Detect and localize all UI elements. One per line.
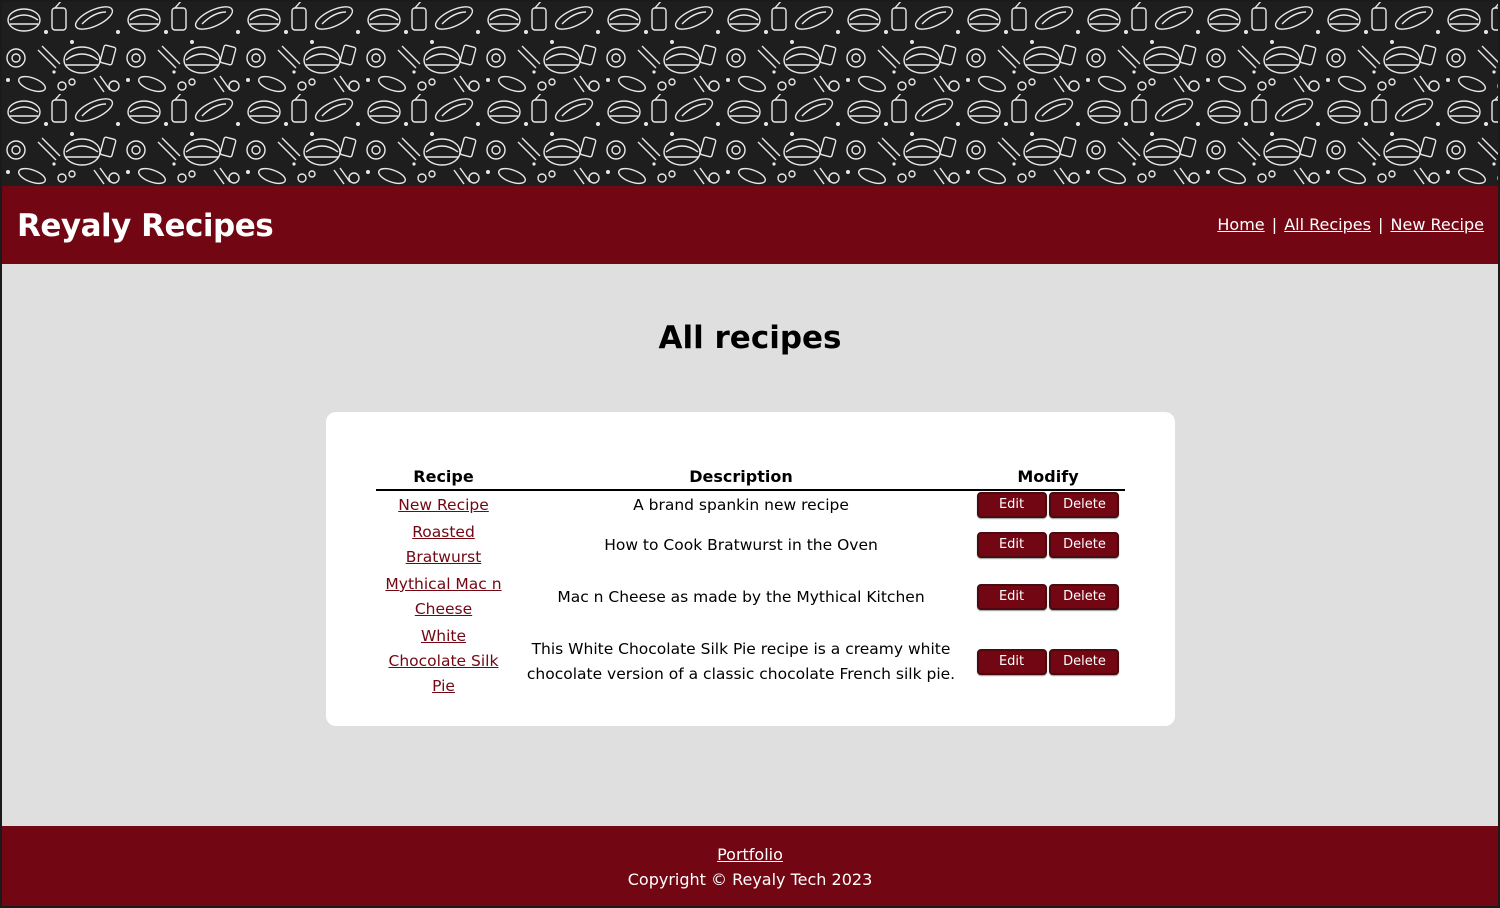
- nav-home-link[interactable]: Home: [1217, 215, 1264, 234]
- delete-button[interactable]: Delete: [1049, 584, 1120, 610]
- table-header-row: Recipe Description Modify: [376, 462, 1125, 491]
- nav-separator: |: [1271, 215, 1278, 234]
- recipe-link[interactable]: White Chocolate Silk Pie: [389, 627, 499, 695]
- recipe-cell: Mythical Mac n Cheese: [376, 571, 511, 623]
- main-nav: Home | All Recipes | New Recipe: [1217, 215, 1484, 235]
- page-title: All recipes: [658, 320, 842, 356]
- description-cell: How to Cook Bratwurst in the Oven: [604, 535, 878, 554]
- description-cell: This White Chocolate Silk Pie recipe is …: [526, 639, 956, 683]
- table-row: Mythical Mac n Cheese Mac n Cheese as ma…: [376, 571, 1125, 623]
- portfolio-link[interactable]: Portfolio: [2, 845, 1498, 865]
- site-footer: Portfolio Copyright © Reyaly Tech 2023: [2, 826, 1498, 906]
- edit-button[interactable]: Edit: [976, 648, 1047, 675]
- edit-button[interactable]: Edit: [976, 584, 1047, 610]
- edit-button[interactable]: Edit: [976, 532, 1047, 558]
- column-header-modify: Modify: [971, 462, 1125, 491]
- table-row: New Recipe A brand spankin new recipe Ed…: [376, 490, 1125, 519]
- recipes-card: Recipe Description Modify New Recipe A b…: [326, 412, 1175, 726]
- food-doodle-pattern: [2, 2, 1498, 186]
- recipe-link[interactable]: Mythical Mac n Cheese: [385, 575, 501, 618]
- recipe-link[interactable]: Roasted Bratwurst: [406, 523, 482, 566]
- delete-button[interactable]: Delete: [1049, 648, 1120, 675]
- modify-cell: Edit Delete: [971, 623, 1125, 700]
- site-brand: Reyaly Recipes: [17, 208, 274, 244]
- edit-button[interactable]: Edit: [976, 492, 1047, 518]
- column-header-recipe: Recipe: [376, 462, 511, 491]
- delete-button[interactable]: Delete: [1049, 532, 1120, 558]
- table-row: White Chocolate Silk Pie This White Choc…: [376, 623, 1125, 700]
- table-row: Roasted Bratwurst How to Cook Bratwurst …: [376, 519, 1125, 571]
- recipe-cell: New Recipe: [376, 490, 511, 519]
- recipes-table: Recipe Description Modify New Recipe A b…: [376, 462, 1125, 700]
- site-header: Reyaly Recipes Home | All Recipes | New …: [2, 186, 1498, 264]
- nav-separator: |: [1378, 215, 1384, 234]
- copyright-text: Copyright © Reyaly Tech 2023: [627, 870, 873, 889]
- column-header-description: Description: [511, 462, 971, 491]
- description-cell: A brand spankin new recipe: [633, 495, 849, 514]
- page: Reyaly Recipes Home | All Recipes | New …: [2, 2, 1498, 906]
- delete-button[interactable]: Delete: [1049, 492, 1120, 518]
- recipe-cell: White Chocolate Silk Pie: [376, 623, 511, 700]
- description-cell: Mac n Cheese as made by the Mythical Kit…: [557, 587, 925, 606]
- food-pattern-banner: [2, 2, 1498, 186]
- modify-cell: Edit Delete: [971, 490, 1125, 519]
- recipe-cell: Roasted Bratwurst: [376, 519, 511, 571]
- nav-new-recipe-link[interactable]: New Recipe: [1391, 215, 1484, 234]
- modify-cell: Edit Delete: [971, 571, 1125, 623]
- modify-cell: Edit Delete: [971, 519, 1125, 571]
- nav-all-recipes-link[interactable]: All Recipes: [1284, 215, 1371, 234]
- recipe-link[interactable]: New Recipe: [398, 496, 489, 514]
